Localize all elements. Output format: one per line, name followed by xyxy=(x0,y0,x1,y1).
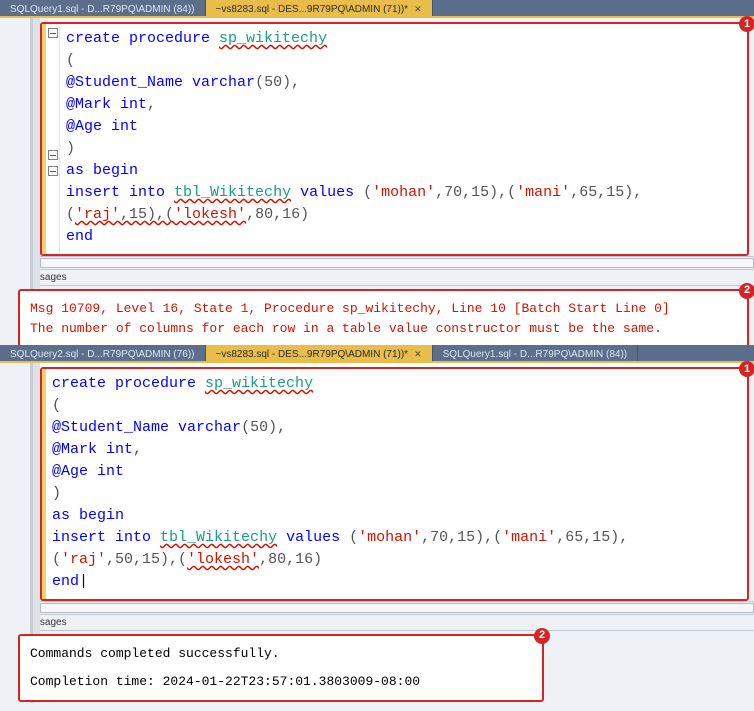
tab-vs8283[interactable]: ~vs8283.sql - DES...9R79PQ\ADMIN (71))* ✕ xyxy=(206,0,433,16)
completion-time: Completion time: 2024-01-22T23:57:01.380… xyxy=(30,672,532,692)
tab-label: ~vs8283.sql - DES...9R79PQ\ADMIN (71))* xyxy=(216,4,409,15)
upper-pane: SQLQuery1.sql - D...R79PQ\ADMIN (84)) ~v… xyxy=(0,0,754,345)
success-message: Commands completed successfully. xyxy=(30,644,532,664)
lower-editor: 1 create procedure sp_wikitechy ( @Stude… xyxy=(40,367,749,601)
messages-tab[interactable]: iMessages xyxy=(0,270,754,286)
tab-label: ~vs8283.sql - DES...9R79PQ\ADMIN (71))* xyxy=(216,349,409,360)
error-message-line2: The number of columns for each row in a … xyxy=(30,319,737,339)
upper-editor: 1 create procedure sp_wikitechy ( @Stude… xyxy=(40,22,749,256)
lower-tabstrip: SQLQuery2.sql - D...R79PQ\ADMIN (76)) ~v… xyxy=(0,345,754,363)
callout-2-icon: 2 xyxy=(534,628,550,644)
fold-gutter xyxy=(46,24,60,254)
zoom-status: 248 % xyxy=(0,601,754,615)
lower-messages: 2 Commands completed successfully. Compl… xyxy=(18,634,544,702)
tab-sqlquery1[interactable]: SQLQuery1.sql - D...R79PQ\ADMIN (84)) xyxy=(0,0,206,16)
callout-1-icon: 1 xyxy=(739,16,754,32)
tab-label: SQLQuery2.sql - D...R79PQ\ADMIN (76)) xyxy=(10,349,195,360)
fold-toggle-icon[interactable] xyxy=(48,28,58,38)
lower-pane: SQLQuery2.sql - D...R79PQ\ADMIN (76)) ~v… xyxy=(0,345,754,703)
tab-vs8283-lower[interactable]: ~vs8283.sql - DES...9R79PQ\ADMIN (71))* ✕ xyxy=(206,345,433,361)
scrollbar-icon[interactable] xyxy=(40,603,754,613)
upper-tabstrip: SQLQuery1.sql - D...R79PQ\ADMIN (84)) ~v… xyxy=(0,0,754,18)
tab-label: SQLQuery1.sql - D...R79PQ\ADMIN (84)) xyxy=(443,349,628,360)
zoom-status: 248 % xyxy=(0,256,754,270)
callout-2-icon: 2 xyxy=(739,283,754,299)
close-icon[interactable]: ✕ xyxy=(414,349,422,360)
tab-sqlquery1-lower[interactable]: SQLQuery1.sql - D...R79PQ\ADMIN (84)) xyxy=(433,345,639,361)
fold-toggle-icon[interactable] xyxy=(48,150,58,160)
scrollbar-icon[interactable] xyxy=(40,258,754,268)
close-icon[interactable]: ✕ xyxy=(414,4,422,15)
code-area[interactable]: create procedure sp_wikitechy ( @Student… xyxy=(60,24,747,254)
callout-1-icon: 1 xyxy=(739,361,754,377)
tab-label: SQLQuery1.sql - D...R79PQ\ADMIN (84)) xyxy=(10,4,195,15)
error-message-line1: Msg 10709, Level 16, State 1, Procedure … xyxy=(30,299,737,319)
fold-toggle-icon[interactable] xyxy=(48,166,58,176)
code-area[interactable]: create procedure sp_wikitechy ( @Student… xyxy=(46,369,747,599)
messages-tab[interactable]: iMessages xyxy=(0,615,754,631)
tab-sqlquery2[interactable]: SQLQuery2.sql - D...R79PQ\ADMIN (76)) xyxy=(0,345,206,361)
